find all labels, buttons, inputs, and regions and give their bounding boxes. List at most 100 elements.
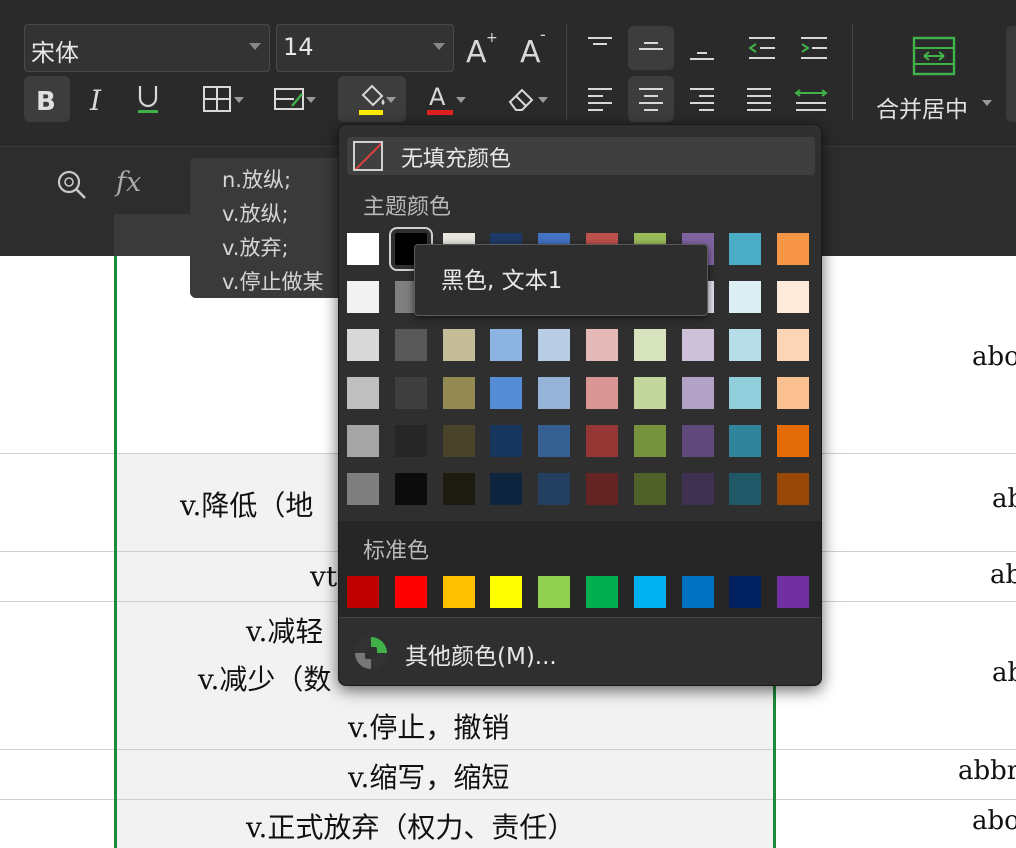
align-right-button[interactable]	[680, 76, 724, 122]
justify-button[interactable]	[736, 76, 782, 122]
color-swatch[interactable]	[394, 329, 427, 361]
cell-text[interactable]: v.减少（数	[198, 658, 331, 698]
distributed-icon	[794, 89, 828, 111]
color-swatch[interactable]	[442, 377, 475, 409]
color-swatch[interactable]	[347, 281, 379, 313]
standard-color-swatch[interactable]	[586, 576, 618, 608]
decrease-font-icon: A-	[520, 28, 546, 68]
increase-indent-button[interactable]	[790, 26, 838, 70]
standard-color-swatch[interactable]	[442, 576, 475, 608]
color-swatch[interactable]	[777, 329, 810, 361]
align-middle-button[interactable]	[628, 26, 674, 70]
color-swatch[interactable]	[586, 473, 618, 505]
color-swatch[interactable]	[347, 425, 379, 457]
color-swatch[interactable]	[681, 377, 714, 409]
cell-text[interactable]: v.正式放弃（权力、责任）	[246, 806, 575, 846]
color-swatch[interactable]	[586, 425, 618, 457]
color-swatch[interactable]	[777, 377, 810, 409]
color-swatch[interactable]	[586, 377, 618, 409]
standard-color-swatch[interactable]	[777, 576, 810, 608]
align-center-button[interactable]	[628, 76, 674, 122]
color-swatch[interactable]	[490, 473, 523, 505]
bold-button[interactable]: B	[24, 76, 70, 122]
standard-color-swatch[interactable]	[394, 576, 427, 608]
decrease-font-button[interactable]: A-	[516, 26, 556, 70]
align-left-button[interactable]	[578, 76, 622, 122]
color-swatch[interactable]	[347, 329, 379, 361]
align-right-icon	[690, 88, 714, 111]
cell-text-right[interactable]: ab	[992, 658, 1016, 688]
cell-text-right[interactable]: abo	[972, 806, 1016, 836]
cell-text[interactable]: vt	[310, 560, 337, 593]
color-swatch[interactable]	[681, 473, 714, 505]
increase-font-button[interactable]: A +	[462, 26, 502, 70]
color-swatch[interactable]	[538, 425, 571, 457]
underline-button[interactable]	[126, 76, 170, 122]
more-colors-option[interactable]: 其他颜色(M)...	[353, 633, 813, 673]
chevron-down-icon	[538, 97, 548, 103]
standard-color-swatch[interactable]	[681, 576, 714, 608]
merge-center-button[interactable]: 合并居中	[876, 90, 1000, 124]
color-swatch[interactable]	[490, 329, 523, 361]
zoom-search-button[interactable]	[50, 165, 94, 205]
cell-text-right[interactable]: ab	[992, 484, 1016, 514]
color-swatch[interactable]	[442, 425, 475, 457]
align-bottom-button[interactable]	[680, 26, 724, 70]
color-swatch[interactable]	[729, 425, 762, 457]
standard-color-swatch[interactable]	[633, 576, 666, 608]
color-swatch[interactable]	[490, 377, 523, 409]
cell-text[interactable]: v.降低（地	[180, 484, 313, 524]
color-swatch[interactable]	[347, 233, 379, 265]
color-swatch[interactable]	[538, 473, 571, 505]
color-swatch[interactable]	[633, 425, 666, 457]
color-swatch[interactable]	[442, 329, 475, 361]
standard-color-swatch[interactable]	[490, 576, 523, 608]
color-swatch[interactable]	[586, 329, 618, 361]
font-size-select[interactable]: 14	[276, 24, 454, 72]
color-swatch[interactable]	[681, 329, 714, 361]
cell-text[interactable]: v.停止，撤销	[348, 706, 509, 746]
merge-center-icon-button[interactable]	[906, 30, 962, 82]
theme-colors-title: 主题颜色	[363, 195, 452, 220]
color-swatch[interactable]	[394, 377, 427, 409]
color-swatch[interactable]	[394, 473, 427, 505]
color-swatch[interactable]	[394, 425, 427, 457]
no-fill-option[interactable]: 无填充颜色	[347, 137, 815, 175]
color-swatch[interactable]	[729, 281, 762, 313]
cell-text[interactable]: v.缩写，缩短	[348, 756, 509, 796]
distributed-align-button[interactable]	[788, 76, 834, 122]
color-swatch[interactable]	[633, 377, 666, 409]
color-swatch[interactable]	[729, 329, 762, 361]
color-swatch[interactable]	[777, 281, 810, 313]
color-swatch[interactable]	[633, 473, 666, 505]
merge-center-label: 合并居中	[876, 97, 968, 123]
color-swatch[interactable]	[681, 425, 714, 457]
italic-button[interactable]: I	[78, 76, 118, 122]
cell-text-right[interactable]: abo	[972, 342, 1016, 372]
color-swatch[interactable]	[777, 233, 810, 265]
fx-label[interactable]: fx	[116, 167, 141, 198]
color-swatch[interactable]	[729, 233, 762, 265]
standard-color-swatch[interactable]	[347, 576, 379, 608]
more-colors-label: 其他颜色(M)...	[405, 644, 557, 670]
align-top-button[interactable]	[578, 26, 622, 70]
font-name-select[interactable]: 宋体	[24, 24, 270, 72]
cell-text-right[interactable]: ab	[990, 560, 1016, 590]
decrease-indent-button[interactable]	[738, 26, 786, 70]
color-swatch[interactable]	[729, 377, 762, 409]
color-swatch[interactable]	[633, 329, 666, 361]
color-swatch[interactable]	[442, 473, 475, 505]
cell-text[interactable]: v.减轻	[246, 610, 323, 650]
color-swatch[interactable]	[490, 425, 523, 457]
cell-text-right[interactable]: abbr	[958, 756, 1016, 786]
standard-color-swatch[interactable]	[729, 576, 762, 608]
color-swatch[interactable]	[347, 377, 379, 409]
fill-color-dropdown: 无填充颜色 主题颜色 标准色 其他颜色(M)...	[338, 124, 822, 686]
color-swatch[interactable]	[347, 473, 379, 505]
standard-color-swatch[interactable]	[538, 576, 571, 608]
color-swatch[interactable]	[729, 473, 762, 505]
color-swatch[interactable]	[538, 329, 571, 361]
color-swatch[interactable]	[777, 425, 810, 457]
color-swatch[interactable]	[777, 473, 810, 505]
color-swatch[interactable]	[538, 377, 571, 409]
